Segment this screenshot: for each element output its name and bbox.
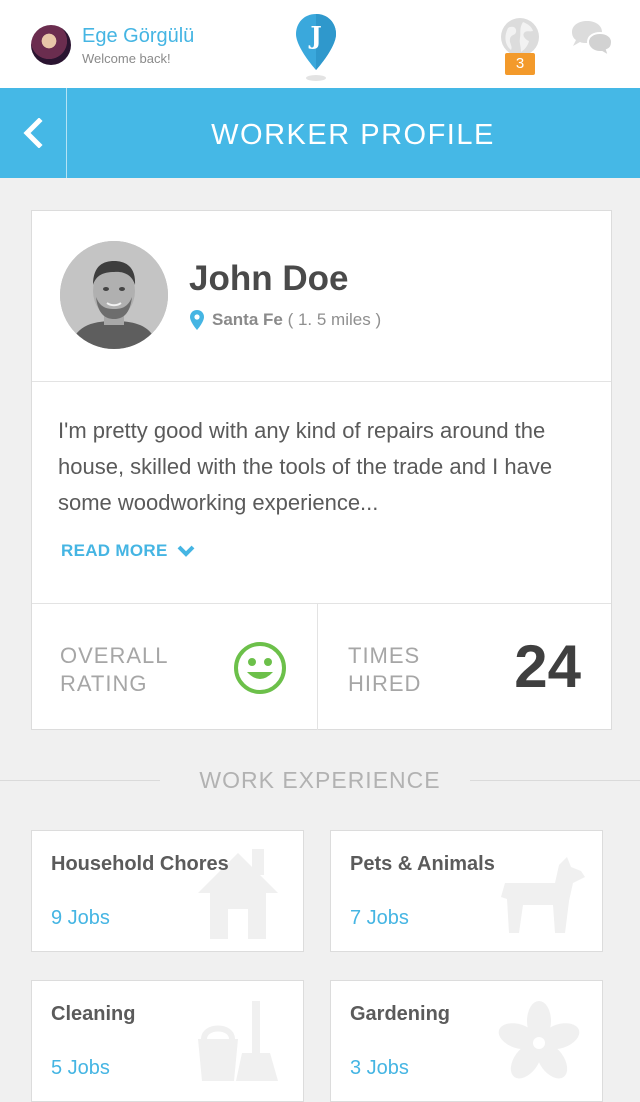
- welcome-text: Welcome back!: [82, 51, 171, 66]
- chevron-left-icon: [23, 118, 43, 148]
- app-logo-icon[interactable]: J: [294, 12, 338, 82]
- location-city: Santa Fe: [212, 310, 283, 329]
- chevron-down-icon: [177, 545, 195, 557]
- category-jobs: 5 Jobs: [51, 1057, 110, 1079]
- read-more-label: READ MORE: [61, 541, 168, 560]
- stats-row: OVERALL RATING TIMES HIRED 24: [32, 603, 611, 730]
- read-more-link[interactable]: READ MORE: [61, 541, 196, 561]
- top-bar: Ege Görgülü Welcome back! J 3: [0, 0, 640, 88]
- location-distance: ( 1. 5 miles ): [287, 310, 382, 329]
- chat-icon[interactable]: [568, 18, 614, 62]
- category-title: Cleaning: [51, 1003, 136, 1025]
- category-household-chores[interactable]: Household Chores 9 Jobs: [31, 830, 304, 952]
- worker-name: John Doe: [189, 259, 349, 298]
- svg-text:J: J: [308, 21, 321, 50]
- profile-card: John Doe Santa Fe ( 1. 5 miles ) I'm pre…: [31, 210, 612, 730]
- user-avatar[interactable]: [31, 25, 71, 65]
- overall-rating-box: OVERALL RATING: [32, 604, 318, 730]
- category-title: Pets & Animals: [350, 853, 495, 875]
- globe-icon[interactable]: [499, 16, 541, 58]
- category-title: Gardening: [350, 1003, 451, 1025]
- category-jobs: 9 Jobs: [51, 907, 110, 929]
- user-name[interactable]: Ege Görgülü: [82, 25, 194, 48]
- location-pin-icon: [190, 310, 204, 330]
- back-button[interactable]: [0, 88, 67, 178]
- times-hired-label: TIMES HIRED: [348, 643, 422, 696]
- profile-photo: [60, 241, 168, 349]
- page-header: WORKER PROFILE: [0, 88, 640, 178]
- category-pets-animals[interactable]: Pets & Animals 7 Jobs: [330, 830, 603, 952]
- times-hired-box: TIMES HIRED 24: [318, 604, 611, 730]
- worker-location: Santa Fe ( 1. 5 miles ): [212, 310, 381, 330]
- dog-icon: [501, 857, 585, 933]
- category-title: Household Chores: [51, 853, 229, 875]
- cleaning-icon: [198, 1001, 278, 1081]
- worker-bio: I'm pretty good with any kind of repairs…: [58, 418, 553, 515]
- overall-rating-label: OVERALL RATING: [60, 643, 168, 696]
- times-hired-value: 24: [514, 633, 581, 700]
- category-jobs: 3 Jobs: [350, 1057, 409, 1079]
- page-title: WORKER PROFILE: [211, 119, 495, 151]
- flower-icon: [498, 1001, 580, 1079]
- work-experience-title: WORK EXPERIENCE: [199, 767, 441, 793]
- category-gardening[interactable]: Gardening 3 Jobs: [330, 980, 603, 1102]
- notification-badge[interactable]: 3: [505, 53, 535, 75]
- profile-summary: John Doe Santa Fe ( 1. 5 miles ): [32, 211, 611, 382]
- smiley-face-icon: [234, 642, 286, 694]
- category-jobs: 7 Jobs: [350, 907, 409, 929]
- category-cleaning[interactable]: Cleaning 5 Jobs: [31, 980, 304, 1102]
